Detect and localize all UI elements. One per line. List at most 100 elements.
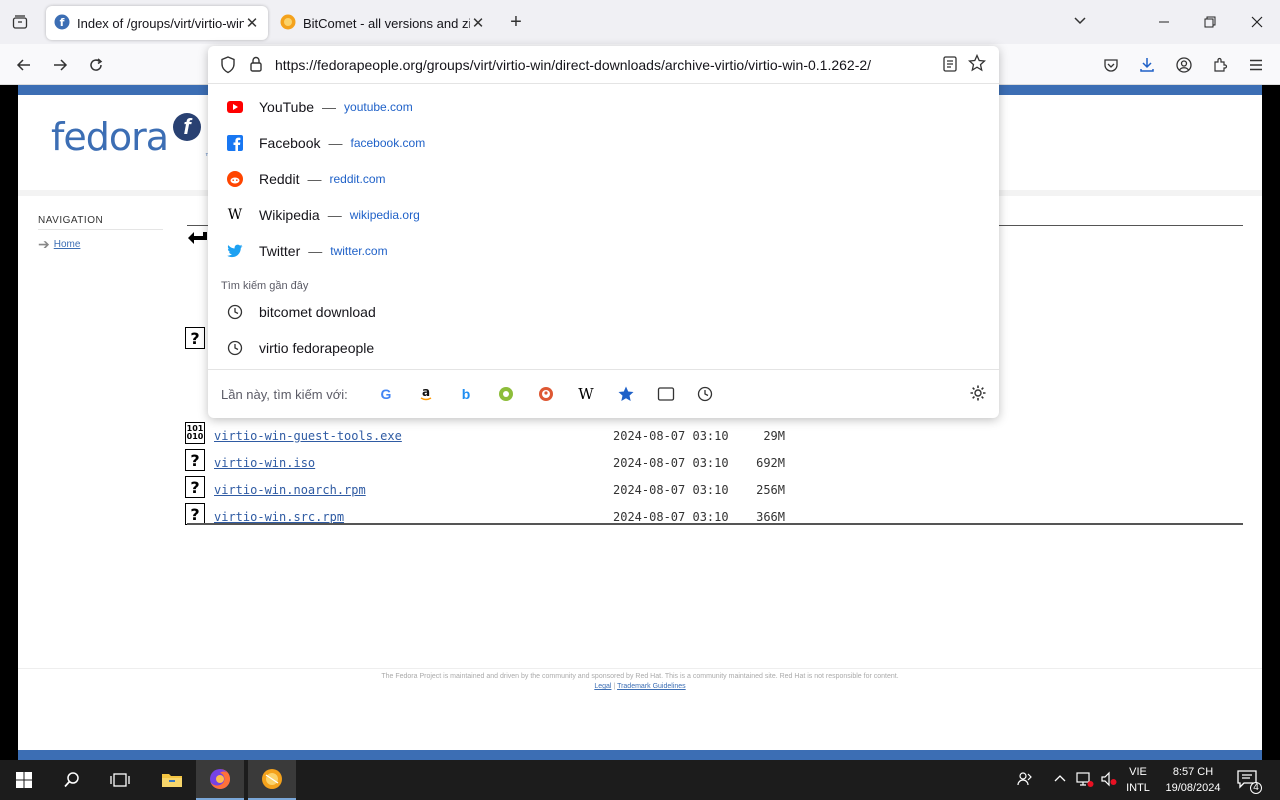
bing-icon[interactable]: b — [456, 384, 476, 404]
file-link[interactable]: virtio-win.noarch.rpm — [214, 483, 366, 497]
forward-arrow-icon[interactable] — [47, 52, 73, 78]
svg-text:a: a — [422, 386, 430, 399]
bitcomet-taskbar-icon[interactable] — [248, 760, 296, 800]
recent-search-item[interactable]: virtio fedorapeople — [208, 331, 999, 365]
gear-icon[interactable] — [969, 384, 987, 407]
top-site-reddit[interactable]: Reddit — reddit.com — [208, 162, 999, 196]
wikipedia-search-icon[interactable]: W — [576, 384, 596, 404]
file-row: ? virtio-win.src.rpm 2024-08-07 03:10 366M — [185, 503, 885, 530]
close-tab-icon[interactable]: ✕ — [470, 14, 486, 32]
page-footer: The Fedora Project is maintained and dri… — [18, 668, 1262, 690]
recent-search-item[interactable]: bitcomet download — [208, 295, 999, 329]
windows-taskbar: VIE INTL 8:57 CH 19/08/2024 4 — [0, 760, 1280, 800]
oneoff-label: Lần này, tìm kiếm với: — [221, 387, 348, 402]
top-site-twitter[interactable]: Twitter — twitter.com — [208, 234, 999, 268]
reader-view-icon[interactable] — [942, 55, 958, 78]
account-icon[interactable] — [1171, 52, 1197, 78]
svg-text:f: f — [60, 16, 65, 29]
trademark-link[interactable]: Trademark Guidelines — [617, 683, 686, 690]
recent-search-text: virtio fedorapeople — [259, 340, 375, 356]
home-link[interactable]: Home — [54, 239, 81, 250]
tab-list-icon[interactable] — [8, 10, 32, 34]
search-icon[interactable] — [48, 760, 96, 800]
windows-start-icon[interactable] — [0, 760, 48, 800]
tab-bitcomet[interactable]: BitComet - all versions and zip p ✕ — [272, 6, 494, 40]
recent-searches-heading: Tìm kiếm gần đây — [221, 280, 309, 292]
nav-heading: NAVIGATION — [38, 215, 163, 230]
legal-link[interactable]: Legal — [594, 683, 611, 690]
clock[interactable]: 8:57 CH 19/08/2024 — [1160, 764, 1226, 796]
amazon-icon[interactable]: a — [416, 384, 436, 404]
site-name: YouTube — [259, 99, 315, 115]
fedora-logo[interactable]: fedora f ™ — [51, 113, 212, 171]
network-icon[interactable] — [1076, 770, 1094, 791]
volume-muted-icon[interactable] — [1100, 770, 1118, 791]
file-row: ? virtio-win.noarch.rpm 2024-08-07 03:10 25… — [185, 476, 885, 503]
clock-date: 19/08/2024 — [1165, 782, 1221, 794]
url-input[interactable]: https://fedorapeople.org/groups/virt/vir… — [275, 57, 871, 73]
lang-line-2: INTL — [1126, 782, 1150, 794]
arrow-right-icon: ➔ — [38, 236, 50, 252]
file-date: 2024-08-07 03:10 — [613, 510, 729, 524]
twitter-icon — [227, 243, 243, 259]
close-window-button[interactable] — [1243, 8, 1271, 36]
people-icon[interactable] — [1016, 770, 1034, 791]
top-site-wikipedia[interactable]: W Wikipedia — wikipedia.org — [208, 198, 999, 232]
footer-links: Legal | Trademark Guidelines — [18, 683, 1262, 690]
notification-center-icon[interactable]: 4 — [1236, 768, 1262, 794]
separator-dash: — — [322, 99, 337, 115]
top-site-youtube[interactable]: YouTube — youtube.com — [208, 90, 999, 124]
minimize-button[interactable] — [1150, 8, 1178, 36]
history-clock-icon — [227, 304, 243, 320]
file-explorer-icon[interactable] — [148, 760, 196, 800]
urlbar[interactable]: https://fedorapeople.org/groups/virt/vir… — [208, 46, 999, 84]
chevron-down-icon[interactable] — [1072, 12, 1092, 32]
logo-text: fedora — [51, 115, 169, 159]
menu-icon[interactable] — [1243, 52, 1269, 78]
shield-icon[interactable] — [220, 56, 236, 79]
unknown-file-icon: ? — [185, 449, 205, 471]
file-row: 101 010 virtio-win-guest-tools.exe 2024-08-… — [185, 422, 885, 449]
separator-dash: — — [307, 171, 322, 187]
fedora-infinity-icon: f — [173, 113, 201, 141]
bookmarks-star-icon[interactable] — [616, 384, 636, 404]
separator-dash: — — [328, 135, 343, 151]
extensions-icon[interactable] — [1207, 52, 1233, 78]
back-arrow-icon[interactable] — [11, 52, 37, 78]
footer-pipe: | — [613, 683, 616, 690]
separator-dash: — — [308, 243, 323, 259]
site-domain: youtube.com — [344, 100, 413, 114]
firefox-icon[interactable] — [196, 760, 244, 800]
file-link[interactable]: virtio-win.src.rpm — [214, 510, 344, 524]
urlbar-dropdown: https://fedorapeople.org/groups/virt/vir… — [208, 46, 999, 418]
lock-icon[interactable] — [248, 55, 264, 78]
tab-fedora[interactable]: f Index of /groups/virt/virtio-win ✕ — [46, 6, 268, 40]
reload-icon[interactable] — [83, 52, 109, 78]
unknown-file-icon: ? — [185, 327, 205, 349]
star-bookmark-icon[interactable] — [967, 53, 987, 77]
history-clock-icon[interactable] — [695, 384, 715, 404]
clock-time: 8:57 CH — [1172, 766, 1214, 778]
ecosia-icon[interactable] — [496, 384, 516, 404]
chevron-up-icon[interactable] — [1053, 770, 1067, 791]
restore-button[interactable] — [1196, 8, 1224, 36]
file-link[interactable]: virtio-win.iso — [214, 456, 315, 470]
duckduckgo-icon[interactable] — [536, 384, 556, 404]
youtube-icon — [227, 99, 243, 115]
separator-dash: — — [327, 207, 342, 223]
reddit-icon — [227, 171, 243, 187]
downloads-icon[interactable] — [1134, 52, 1160, 78]
parent-directory-icon[interactable] — [187, 228, 207, 248]
file-link[interactable]: virtio-win-guest-tools.exe — [214, 429, 402, 443]
footer-text: The Fedora Project is maintained and dri… — [381, 673, 899, 680]
language-indicator[interactable]: VIE INTL — [1124, 764, 1152, 796]
facebook-icon — [227, 135, 243, 151]
binary-file-icon: 101 010 — [185, 422, 205, 444]
task-view-icon[interactable] — [96, 760, 144, 800]
top-site-facebook[interactable]: Facebook — facebook.com — [208, 126, 999, 160]
google-icon[interactable]: G — [376, 384, 396, 404]
pocket-icon[interactable] — [1098, 52, 1124, 78]
close-tab-icon[interactable]: ✕ — [244, 14, 260, 32]
new-tab-button[interactable]: + — [504, 10, 528, 34]
tabs-icon[interactable] — [656, 384, 676, 404]
